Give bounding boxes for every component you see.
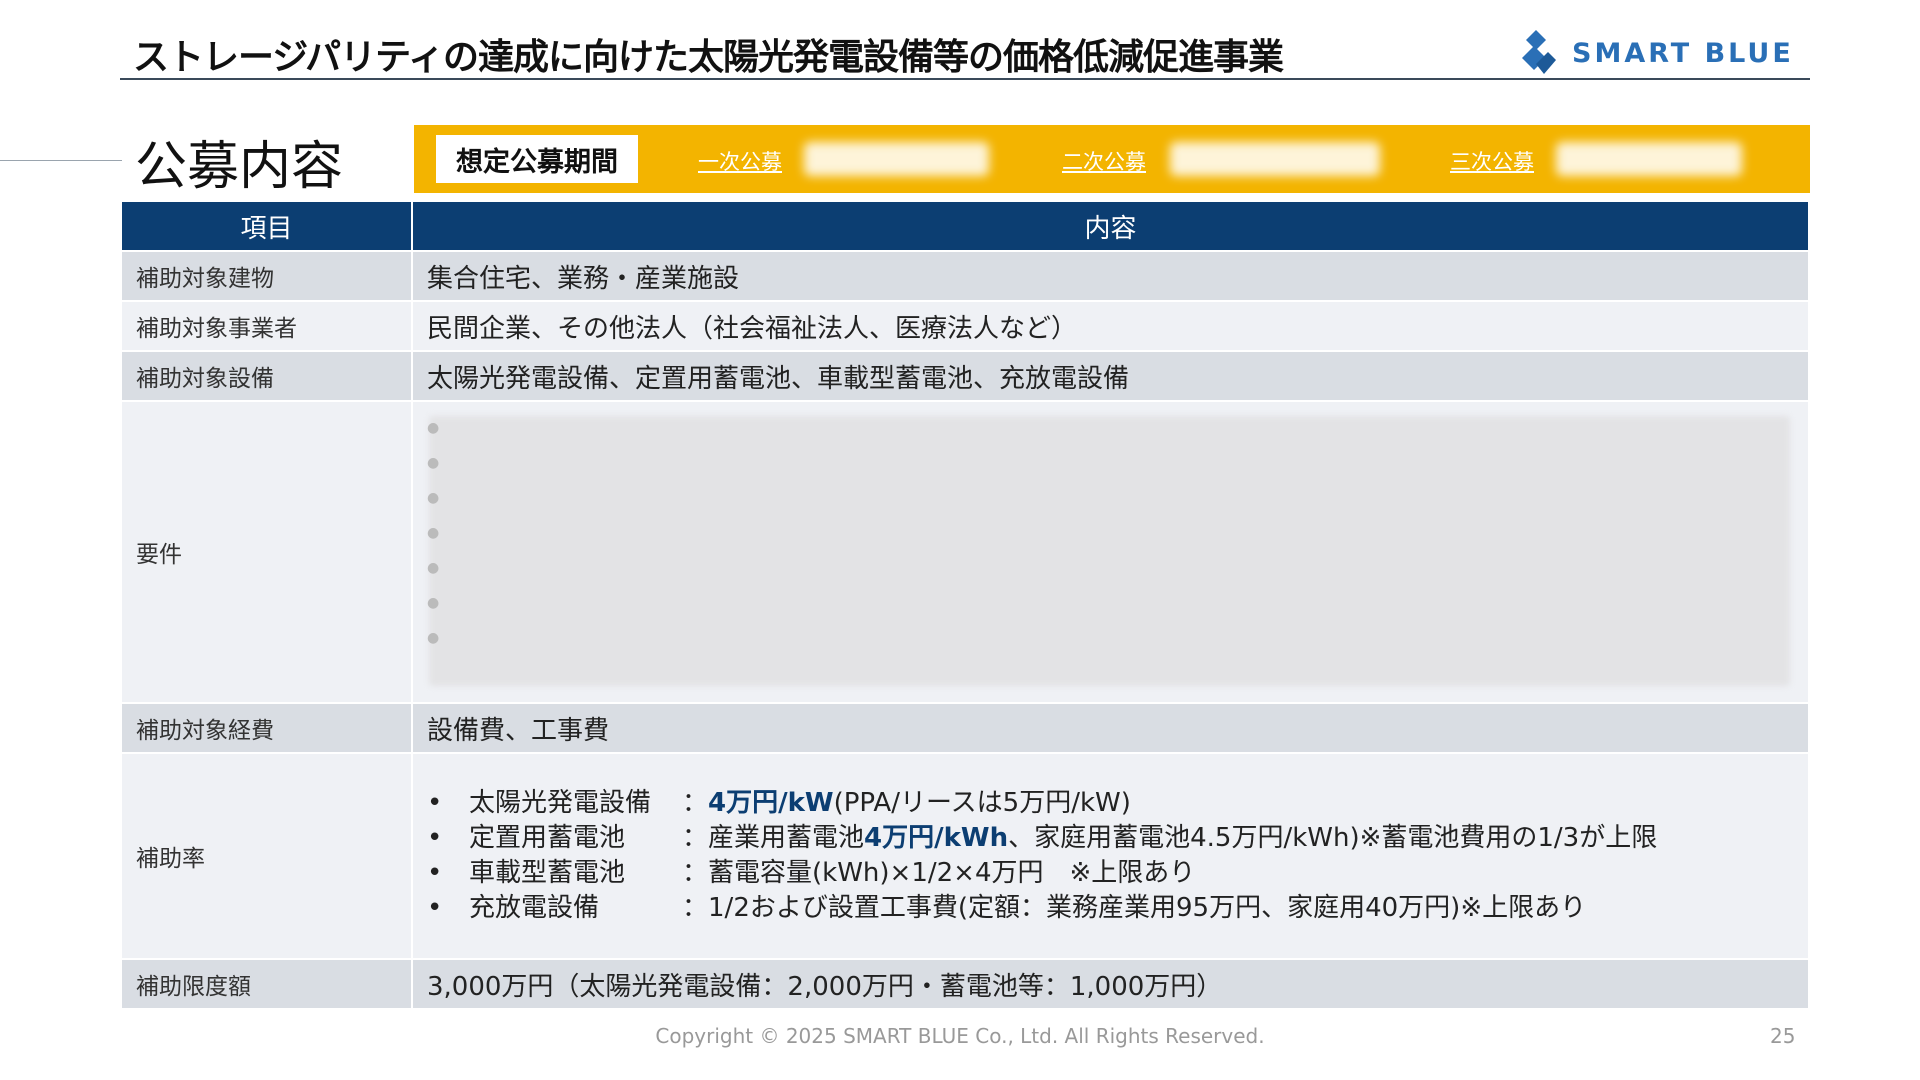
rate-name: 定置用蓄電池 <box>469 823 626 853</box>
rate-name: 車載型蓄電池 <box>469 858 626 888</box>
row-value: 3,000万円（太陽光発電設備：2,000万円・蓄電池等：1,000万円） <box>412 959 1810 1010</box>
row-label: 補助限度額 <box>122 959 413 1010</box>
logo-text: SMART BLUE <box>1572 38 1794 69</box>
rate-rest: (PPA/リースは5万円/kW) <box>833 788 1131 818</box>
rate-rest: 蓄電容量(kWh)×1/2×4万円 ※上限あり <box>708 858 1196 888</box>
round-1-link[interactable]: 一次公募 <box>698 146 782 176</box>
table-row: 補助限度額 3,000万円（太陽光発電設備：2,000万円・蓄電池等：1,000… <box>122 959 1810 1010</box>
column-header-item: 項目 <box>122 202 413 252</box>
rate-highlight: 4万円/kW <box>708 788 834 818</box>
bullet-mark: ● <box>427 595 440 611</box>
table-row: 補助対象経費 設備費、工事費 <box>122 703 1810 754</box>
rate-name: 充放電設備 <box>469 893 600 923</box>
round-3-link[interactable]: 三次公募 <box>1450 146 1534 176</box>
side-accent-line <box>0 160 122 161</box>
row-value: 太陽光発電設備、定置用蓄電池、車載型蓄電池、充放電設備 <box>412 351 1810 402</box>
column-header-content: 内容 <box>412 202 1810 252</box>
table-row: 補助対象事業者 民間企業、その他法人（社会福祉法人、医療法人など） <box>122 301 1810 352</box>
rate-rest: 、家庭用蓄電池4.5万円/kWh)※蓄電池費用の1/3が上限 <box>1008 823 1658 853</box>
rate-sep: ： <box>682 858 709 888</box>
redacted-block <box>429 416 1790 686</box>
rate-sep: ： <box>682 788 709 818</box>
bullet-mark: ● <box>427 420 440 436</box>
bullet-mark: ● <box>427 490 440 506</box>
row-label: 補助率 <box>122 753 413 960</box>
subsidy-rate-cell: 太陽光発電設備：4万円/kW(PPA/リースは5万円/kW) 定置用蓄電池：産業… <box>412 753 1810 960</box>
round-2-link[interactable]: 二次公募 <box>1062 146 1146 176</box>
list-item: 充放電設備 ：1/2および設置工事費(定額：業務産業用95万円、家庭用40万円)※… <box>427 891 1808 926</box>
page-number: 25 <box>1770 1024 1796 1048</box>
list-item: 定置用蓄電池 ：産業用蓄電池4万円/kWh、家庭用蓄電池4.5万円/kWh)※蓄電… <box>427 821 1808 856</box>
section-title: 公募内容 <box>135 137 344 197</box>
row-label: 補助対象設備 <box>122 351 413 402</box>
round-2-redacted <box>1170 142 1380 176</box>
row-label: 補助対象経費 <box>122 703 413 754</box>
row-value: 設備費、工事費 <box>412 703 1810 754</box>
row-label: 要件 <box>122 401 413 704</box>
rate-rest: 1/2および設置工事費(定額：業務産業用95万円、家庭用40万円)※上限あり <box>708 893 1587 923</box>
program-details-table: 項目 内容 補助対象建物 集合住宅、業務・産業施設 補助対象事業者 民間企業、そ… <box>122 202 1810 1010</box>
round-3-redacted <box>1556 142 1742 176</box>
table-row: 補助対象建物 集合住宅、業務・産業施設 <box>122 251 1810 302</box>
company-logo: SMART BLUE <box>1512 26 1812 80</box>
row-value: 集合住宅、業務・産業施設 <box>412 251 1810 302</box>
page-header-title: ストレージパリティの達成に向けた太陽光発電設備等の価格低減促進事業 <box>133 37 1284 78</box>
copyright-footer: Copyright © 2025 SMART BLUE Co., Ltd. Al… <box>655 1024 1265 1048</box>
subsidy-rate-list: 太陽光発電設備：4万円/kW(PPA/リースは5万円/kW) 定置用蓄電池：産業… <box>427 778 1808 934</box>
bullet-mark: ● <box>427 560 440 576</box>
round-1-redacted <box>804 142 989 176</box>
list-item: 車載型蓄電池 ：蓄電容量(kWh)×1/2×4万円 ※上限あり <box>427 856 1808 891</box>
logo-mark-icon <box>1522 30 1556 74</box>
row-value: 民間企業、その他法人（社会福祉法人、医療法人など） <box>412 301 1810 352</box>
row-label: 補助対象事業者 <box>122 301 413 352</box>
table-row: 補助対象設備 太陽光発電設備、定置用蓄電池、車載型蓄電池、充放電設備 <box>122 351 1810 402</box>
rate-name: 太陽光発電設備 <box>469 788 652 818</box>
requirements-redacted-cell: ● ● ● ● ● ● ● <box>412 401 1810 704</box>
list-item: 太陽光発電設備 ：4万円/kW(PPA/リースは5万円/kW) <box>427 786 1808 821</box>
period-label: 想定公募期間 <box>436 135 638 183</box>
row-label: 補助対象建物 <box>122 251 413 302</box>
table-row: 補助率 太陽光発電設備：4万円/kW(PPA/リースは5万円/kW) 定置用蓄電… <box>122 753 1810 960</box>
table-row: 要件 ● ● ● ● ● ● ● <box>122 401 1810 704</box>
rate-sep: ：産業用蓄電池 <box>682 823 865 853</box>
table-header-row: 項目 内容 <box>122 202 1810 252</box>
rate-sep: ： <box>682 893 709 923</box>
rate-highlight: 4万円/kWh <box>864 823 1009 853</box>
bullet-mark: ● <box>427 630 440 646</box>
bullet-mark: ● <box>427 525 440 541</box>
bullet-mark: ● <box>427 455 440 471</box>
period-bar: 想定公募期間 一次公募 二次公募 三次公募 <box>414 125 1810 193</box>
